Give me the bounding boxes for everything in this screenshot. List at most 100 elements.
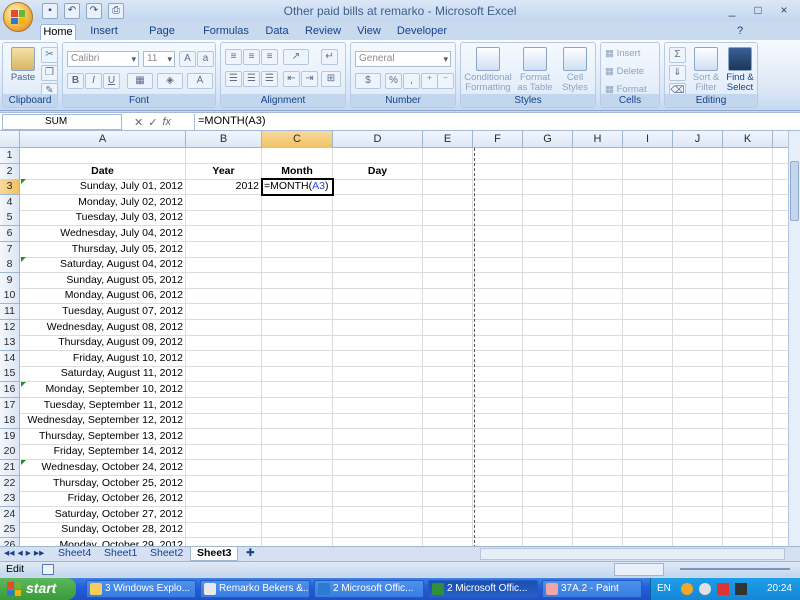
row-header[interactable]: 15 [0, 366, 20, 383]
cell-j13[interactable] [673, 335, 723, 352]
sheet-nav-arrows-icon[interactable]: ◂◂ ◂ ▸ ▸▸ [2, 547, 46, 561]
fill-icon[interactable]: ⇓ [669, 65, 686, 81]
cell-e1[interactable] [423, 148, 473, 164]
cell-e20[interactable] [423, 444, 473, 461]
cell-b8[interactable] [186, 257, 262, 274]
cell-c7[interactable] [262, 241, 333, 258]
cell-a15[interactable]: Saturday, August 11, 2012 [20, 366, 186, 383]
cell-g8[interactable] [523, 257, 573, 274]
tab-data[interactable]: Data [262, 24, 292, 40]
cell-j25[interactable] [673, 522, 723, 539]
row-header[interactable]: 24 [0, 506, 20, 523]
align-center-icon[interactable]: ☰ [243, 71, 260, 87]
cell-k7[interactable] [723, 241, 773, 258]
cell-d8[interactable] [333, 257, 423, 274]
column-header-g[interactable]: G [523, 131, 573, 148]
cell-e26[interactable] [423, 538, 473, 546]
cell-i8[interactable] [623, 257, 673, 274]
cell-g12[interactable] [523, 319, 573, 336]
cell-g22[interactable] [523, 475, 573, 492]
office-button[interactable] [3, 2, 33, 32]
cell-b7[interactable] [186, 241, 262, 258]
cell-e3[interactable] [423, 179, 473, 196]
cell-h11[interactable] [573, 304, 623, 320]
cell-a25[interactable]: Sunday, October 28, 2012 [20, 522, 186, 539]
cell-f26[interactable] [473, 538, 523, 546]
taskbar-item-office-2[interactable]: 2 Microsoft Offic... [428, 580, 538, 598]
cell-k1[interactable] [723, 148, 773, 164]
row-header[interactable]: 3 [0, 179, 20, 196]
cell-i6[interactable] [623, 226, 673, 242]
cell-d4[interactable] [333, 194, 423, 211]
cell-k8[interactable] [723, 257, 773, 274]
cell-h21[interactable] [573, 460, 623, 476]
row-header[interactable]: 18 [0, 413, 20, 430]
cell-i3[interactable] [623, 179, 673, 196]
cell-styles-button[interactable]: Cell Styles [557, 47, 593, 93]
cell-c2[interactable]: Month [262, 163, 333, 180]
cell-e2[interactable] [423, 163, 473, 180]
cell-d17[interactable] [333, 397, 423, 414]
cell-a24[interactable]: Saturday, October 27, 2012 [20, 506, 186, 523]
cell-h7[interactable] [573, 241, 623, 258]
cell-h6[interactable] [573, 226, 623, 242]
cell-d2[interactable]: Day [333, 163, 423, 180]
cell-f25[interactable] [473, 522, 523, 539]
cell-f4[interactable] [473, 194, 523, 211]
name-box[interactable]: SUM [2, 114, 122, 130]
cell-a23[interactable]: Friday, October 26, 2012 [20, 491, 186, 508]
cell-d7[interactable] [333, 241, 423, 258]
cell-k10[interactable] [723, 288, 773, 305]
cell-k20[interactable] [723, 444, 773, 461]
cell-b2[interactable]: Year [186, 163, 262, 180]
cell-h2[interactable] [573, 163, 623, 180]
cell-j23[interactable] [673, 491, 723, 508]
cell-c9[interactable] [262, 272, 333, 289]
cell-e6[interactable] [423, 226, 473, 242]
cell-i2[interactable] [623, 163, 673, 180]
column-header-b[interactable]: B [186, 131, 262, 148]
cell-f15[interactable] [473, 366, 523, 383]
cell-k9[interactable] [723, 272, 773, 289]
align-top-icon[interactable]: ≡ [225, 49, 242, 65]
cell-k21[interactable] [723, 460, 773, 476]
cell-a17[interactable]: Tuesday, September 11, 2012 [20, 397, 186, 414]
cell-e17[interactable] [423, 397, 473, 414]
cell-b21[interactable] [186, 460, 262, 476]
cell-j15[interactable] [673, 366, 723, 383]
increase-decimal-icon[interactable]: ⁺ [421, 73, 438, 89]
cell-k15[interactable] [723, 366, 773, 383]
cell-k6[interactable] [723, 226, 773, 242]
cell-a12[interactable]: Wednesday, August 08, 2012 [20, 319, 186, 336]
cell-f13[interactable] [473, 335, 523, 352]
copy-icon[interactable]: ❐ [41, 65, 58, 81]
cell-d10[interactable] [333, 288, 423, 305]
cell-a14[interactable]: Friday, August 10, 2012 [20, 350, 186, 367]
cell-j20[interactable] [673, 444, 723, 461]
taskbar-item-explorer[interactable]: 3 Windows Explo... [86, 580, 196, 598]
cell-i18[interactable] [623, 413, 673, 430]
cell-g18[interactable] [523, 413, 573, 430]
cell-k25[interactable] [723, 522, 773, 539]
cell-j1[interactable] [673, 148, 723, 164]
conditional-formatting-button[interactable]: Conditional Formatting [463, 47, 513, 93]
cell-i24[interactable] [623, 506, 673, 523]
cell-j16[interactable] [673, 382, 723, 398]
sheet-tab-sheet1[interactable]: Sheet1 [98, 547, 143, 561]
cell-f24[interactable] [473, 506, 523, 523]
cell-d20[interactable] [333, 444, 423, 461]
cell-d26[interactable] [333, 538, 423, 546]
cell-b23[interactable] [186, 491, 262, 508]
cell-d3[interactable] [333, 179, 423, 196]
cell-h13[interactable] [573, 335, 623, 352]
cell-a10[interactable]: Monday, August 06, 2012 [20, 288, 186, 305]
wrap-text-icon[interactable]: ↵ [321, 49, 338, 65]
cell-j14[interactable] [673, 350, 723, 367]
cell-k5[interactable] [723, 210, 773, 227]
cell-k23[interactable] [723, 491, 773, 508]
cell-e23[interactable] [423, 491, 473, 508]
fill-color-icon[interactable]: ◈ [157, 73, 183, 89]
cell-h9[interactable] [573, 272, 623, 289]
macro-record-icon[interactable] [42, 564, 54, 575]
cell-h5[interactable] [573, 210, 623, 227]
